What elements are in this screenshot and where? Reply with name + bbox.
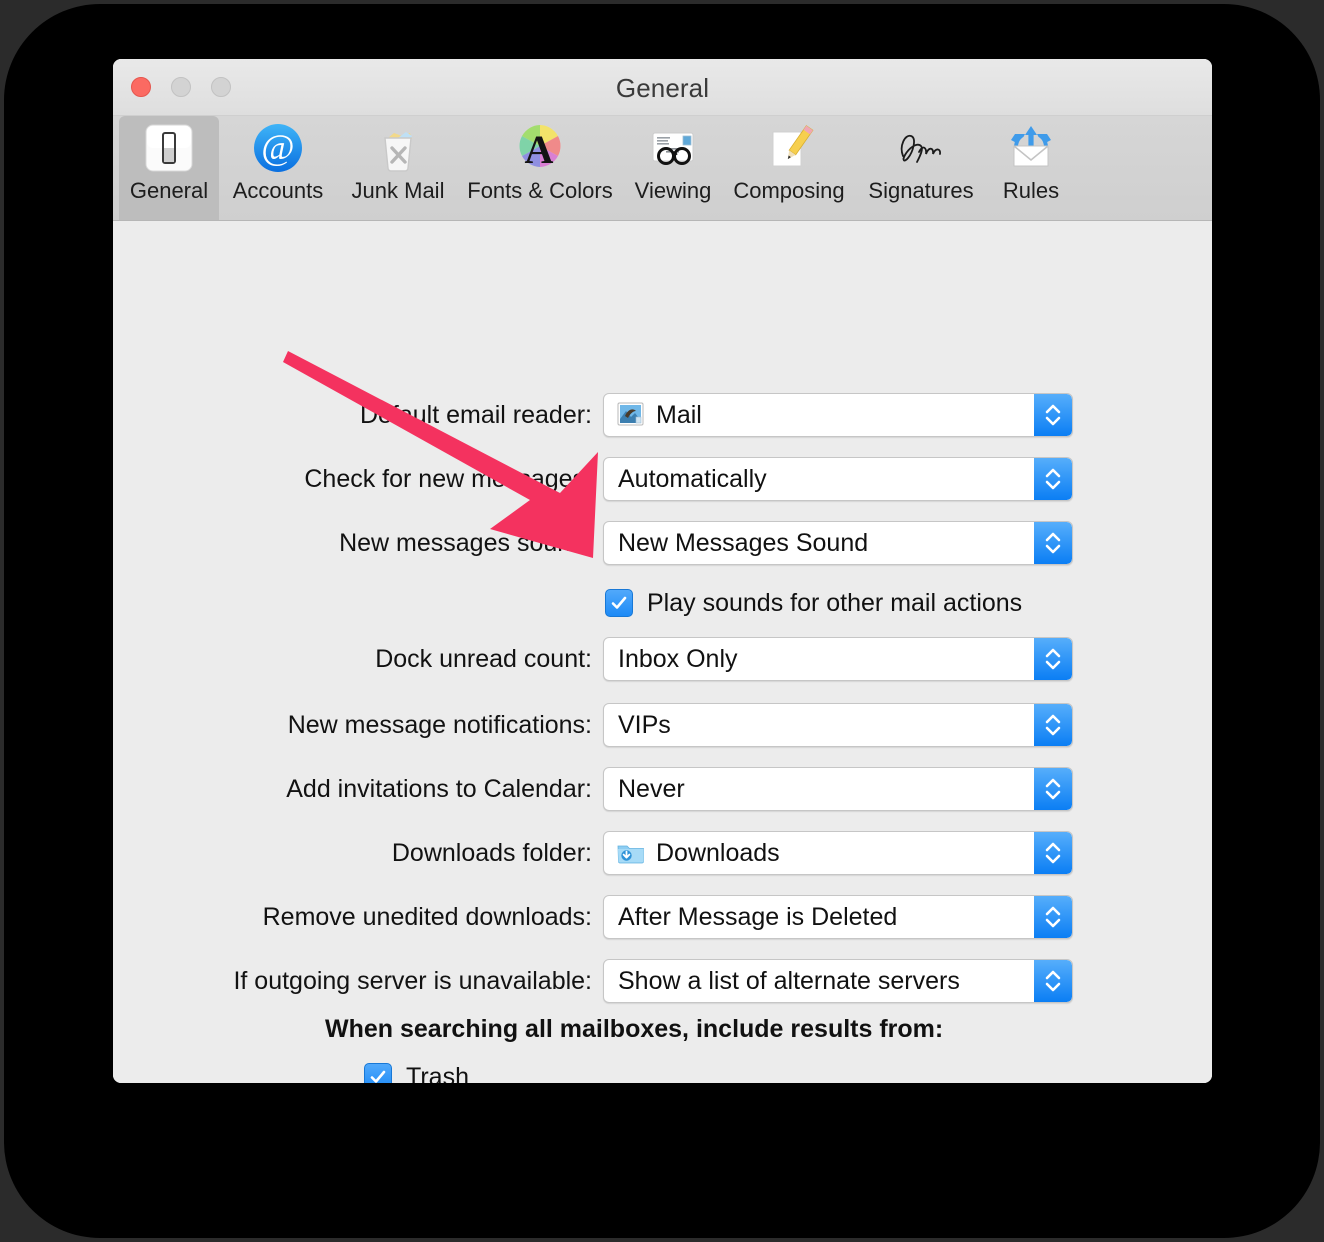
downloads-folder-icon xyxy=(616,838,646,868)
tab-signatures-label: Signatures xyxy=(868,178,974,203)
tab-accounts[interactable]: @ Accounts xyxy=(219,116,337,220)
default-email-reader-popup[interactable]: Mail xyxy=(603,393,1073,437)
window-titlebar: General xyxy=(113,59,1212,116)
outgoing-server-value: Show a list of alternate servers xyxy=(618,966,960,995)
add-invitations-value: Never xyxy=(618,774,685,803)
default-email-reader-label: Default email reader: xyxy=(359,401,592,429)
tab-fonts-colors-label: Fonts & Colors xyxy=(467,178,613,203)
signature-icon xyxy=(893,120,949,176)
general-settings-pane: Default email reader: Mail Check for new… xyxy=(113,221,1212,1083)
dock-unread-count-value: Inbox Only xyxy=(618,644,738,673)
outgoing-server-popup[interactable]: Show a list of alternate servers xyxy=(603,959,1073,1003)
trash-checkbox[interactable] xyxy=(364,1063,392,1083)
dock-unread-count-stepper[interactable] xyxy=(1034,638,1072,680)
default-email-reader-stepper[interactable] xyxy=(1034,394,1072,436)
tab-junk-mail-label: Junk Mail xyxy=(351,178,445,203)
play-sounds-checkbox[interactable] xyxy=(605,589,633,617)
tab-rules[interactable]: Rules xyxy=(989,116,1073,220)
general-switch-icon xyxy=(141,120,197,176)
search-section-heading: When searching all mailboxes, include re… xyxy=(325,1015,944,1043)
new-messages-sound-value: New Messages Sound xyxy=(618,528,869,557)
outgoing-server-label: If outgoing server is unavailable: xyxy=(233,967,592,995)
svg-text:@: @ xyxy=(261,127,294,167)
check-for-new-messages-value: Automatically xyxy=(618,464,767,493)
new-messages-sound-popup[interactable]: New Messages Sound xyxy=(603,521,1073,565)
window-title: General xyxy=(615,73,710,103)
tab-viewing-label: Viewing xyxy=(634,178,712,203)
envelope-arrows-icon xyxy=(1003,120,1059,176)
tab-general-label: General xyxy=(129,178,209,203)
play-sounds-checkbox-row[interactable]: Play sounds for other mail actions xyxy=(605,585,1022,621)
dock-unread-count-label: Dock unread count: xyxy=(375,645,592,673)
tab-signatures[interactable]: Signatures xyxy=(853,116,989,220)
new-message-notifications-stepper[interactable] xyxy=(1034,704,1072,746)
mail-app-icon xyxy=(616,400,646,430)
pencil-paper-icon xyxy=(761,120,817,176)
at-sign-icon: @ xyxy=(250,120,306,176)
preferences-toolbar: General @ Accounts Junk Mail A Fonts & C… xyxy=(113,116,1212,221)
tab-junk-mail[interactable]: Junk Mail xyxy=(337,116,459,220)
remove-unedited-downloads-label: Remove unedited downloads: xyxy=(262,903,592,931)
eyeglasses-icon xyxy=(645,120,701,176)
default-email-reader-value: Mail xyxy=(656,400,702,429)
tab-composing[interactable]: Composing xyxy=(725,116,853,220)
tab-accounts-label: Accounts xyxy=(232,178,324,203)
downloads-folder-label: Downloads folder: xyxy=(391,839,592,867)
new-messages-sound-stepper[interactable] xyxy=(1034,522,1072,564)
downloads-folder-value: Downloads xyxy=(656,838,780,867)
new-message-notifications-label: New message notifications: xyxy=(287,711,592,739)
tab-composing-label: Composing xyxy=(733,178,845,203)
add-invitations-stepper[interactable] xyxy=(1034,768,1072,810)
dock-unread-count-popup[interactable]: Inbox Only xyxy=(603,637,1073,681)
font-color-wheel-icon: A xyxy=(512,120,568,176)
new-message-notifications-value: VIPs xyxy=(618,710,671,739)
tab-rules-label: Rules xyxy=(1002,178,1060,203)
svg-text:A: A xyxy=(525,127,554,172)
downloads-folder-stepper[interactable] xyxy=(1034,832,1072,874)
add-invitations-popup[interactable]: Never xyxy=(603,767,1073,811)
check-for-new-messages-label: Check for new messages: xyxy=(304,465,592,493)
check-for-new-messages-stepper[interactable] xyxy=(1034,458,1072,500)
search-option-trash-row[interactable]: Trash xyxy=(364,1059,469,1083)
add-invitations-label: Add invitations to Calendar: xyxy=(286,775,592,803)
remove-unedited-downloads-popup[interactable]: After Message is Deleted xyxy=(603,895,1073,939)
check-for-new-messages-popup[interactable]: Automatically xyxy=(603,457,1073,501)
tab-fonts-colors[interactable]: A Fonts & Colors xyxy=(459,116,621,220)
remove-unedited-downloads-value: After Message is Deleted xyxy=(618,902,898,931)
new-message-notifications-popup[interactable]: VIPs xyxy=(603,703,1073,747)
remove-unedited-downloads-stepper[interactable] xyxy=(1034,896,1072,938)
tab-general[interactable]: General xyxy=(119,116,219,220)
new-messages-sound-label: New messages sound: xyxy=(339,529,592,557)
play-sounds-checkbox-label: Play sounds for other mail actions xyxy=(647,588,1023,617)
trash-checkbox-label: Trash xyxy=(406,1062,469,1084)
preferences-window: General General @ Accounts Junk Mail A F… xyxy=(113,59,1212,1083)
trash-can-icon xyxy=(370,120,426,176)
outgoing-server-stepper[interactable] xyxy=(1034,960,1072,1002)
downloads-folder-popup[interactable]: Downloads xyxy=(603,831,1073,875)
tab-viewing[interactable]: Viewing xyxy=(621,116,725,220)
